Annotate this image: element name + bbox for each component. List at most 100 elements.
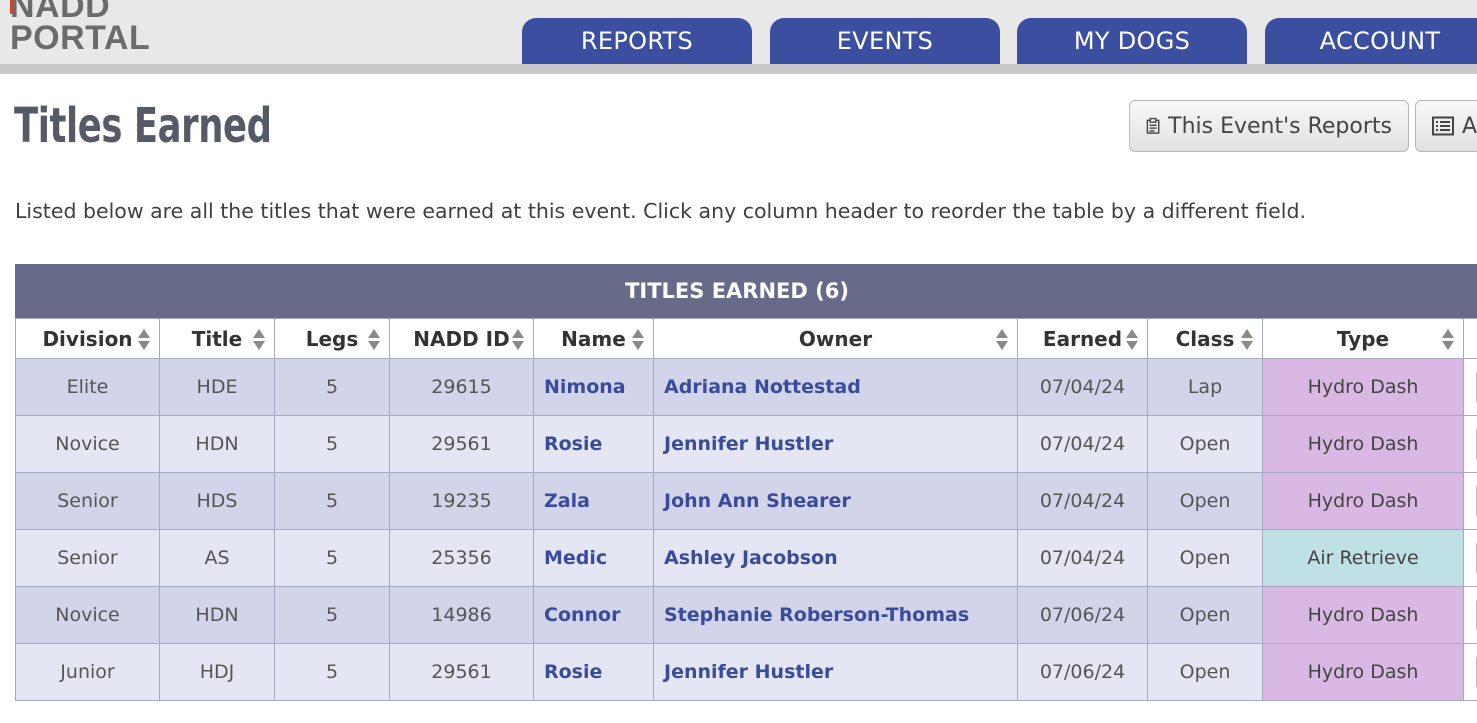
col-class[interactable]: Class [1147, 318, 1263, 359]
col-earned[interactable]: Earned [1017, 318, 1148, 359]
cell-division: Elite [15, 358, 160, 416]
col-division[interactable]: Division [15, 318, 160, 359]
col-label: NADD ID [413, 326, 510, 351]
cell-division: Senior [15, 529, 160, 587]
clipboard-icon [1146, 117, 1160, 134]
cell-class: Lap [1147, 358, 1263, 416]
col-label: Title [191, 326, 243, 351]
row-action-cell [1463, 472, 1477, 530]
col-label: Division [42, 326, 133, 351]
cell-title: HDN [159, 586, 275, 644]
col-legs[interactable]: Legs [274, 318, 390, 359]
owner-link[interactable]: John Ann Shearer [653, 472, 1018, 530]
dog-name-link[interactable]: Nimona [533, 358, 654, 416]
cell-earned: 07/04/24 [1017, 358, 1148, 416]
cell-earned: 07/04/24 [1017, 529, 1148, 587]
cell-nadd-id: 29561 [389, 415, 534, 473]
intro-text: Listed below are all the titles that wer… [15, 199, 1306, 223]
col-actions [1463, 318, 1477, 359]
sort-icon [138, 329, 150, 351]
row-action-cell [1463, 529, 1477, 587]
col-title[interactable]: Title [159, 318, 275, 359]
tab-account[interactable]: ACCOUNT [1265, 18, 1477, 64]
col-label: Legs [305, 326, 359, 351]
event-reports-button[interactable]: This Event's Reports [1129, 100, 1409, 152]
cell-title: HDS [159, 472, 275, 530]
page-title: Titles Earned [14, 98, 272, 154]
sort-icon [1126, 329, 1138, 351]
cell-type: Hydro Dash [1262, 586, 1464, 644]
col-label: Earned [1042, 326, 1123, 351]
cell-type: Hydro Dash [1262, 415, 1464, 473]
cell-title: AS [159, 529, 275, 587]
owner-link[interactable]: Ashley Jacobson [653, 529, 1018, 587]
owner-link[interactable]: Jennifer Hustler [653, 643, 1018, 701]
dog-name-link[interactable]: Zala [533, 472, 654, 530]
tab-events[interactable]: EVENTS [770, 18, 1000, 64]
tab-reports[interactable]: REPORTS [522, 18, 752, 64]
all-reports-button[interactable]: A [1415, 100, 1477, 152]
cell-earned: 07/06/24 [1017, 586, 1148, 644]
cell-nadd-id: 29561 [389, 643, 534, 701]
cell-class: Open [1147, 643, 1263, 701]
titles-table: TITLES EARNED (6) Division Title Legs NA… [15, 264, 1477, 701]
cell-title: HDJ [159, 643, 275, 701]
cell-type: Air Retrieve [1262, 529, 1464, 587]
sort-icon [253, 329, 265, 351]
dog-name-link[interactable]: Medic [533, 529, 654, 587]
portal-logo[interactable]: NADD PORTAL [10, 0, 151, 57]
col-name[interactable]: Name [533, 318, 654, 359]
cell-legs: 5 [274, 358, 390, 416]
header-row: Division Title Legs NADD ID Name Owner E… [15, 318, 1477, 359]
cell-nadd-id: 29615 [389, 358, 534, 416]
col-nadd-id[interactable]: NADD ID [389, 318, 534, 359]
cell-division: Novice [15, 586, 160, 644]
row-action-cell [1463, 415, 1477, 473]
dog-name-link[interactable]: Connor [533, 586, 654, 644]
list-icon [1432, 116, 1454, 136]
owner-link[interactable]: Jennifer Hustler [653, 415, 1018, 473]
titles-grid: Division Title Legs NADD ID Name Owner E… [15, 318, 1477, 701]
cell-type: Hydro Dash [1262, 472, 1464, 530]
cell-division: Junior [15, 643, 160, 701]
col-label: Owner [798, 326, 873, 351]
logo-mark [10, 0, 13, 14]
sort-icon [512, 329, 524, 351]
row-action-cell [1463, 358, 1477, 416]
cell-type: Hydro Dash [1262, 358, 1464, 416]
cell-earned: 07/04/24 [1017, 415, 1148, 473]
cell-nadd-id: 25356 [389, 529, 534, 587]
cell-legs: 5 [274, 643, 390, 701]
col-label: Name [561, 326, 626, 351]
cell-earned: 07/04/24 [1017, 472, 1148, 530]
owner-link[interactable]: Adriana Nottestad [653, 358, 1018, 416]
cell-division: Novice [15, 415, 160, 473]
cell-title: HDE [159, 358, 275, 416]
table-row: Senior HDS 5 19235 Zala John Ann Shearer… [15, 472, 1477, 530]
cell-class: Open [1147, 586, 1263, 644]
col-label: Type [1336, 326, 1390, 351]
header-divider [0, 64, 1477, 74]
cell-title: HDN [159, 415, 275, 473]
table-row: Senior AS 5 25356 Medic Ashley Jacobson … [15, 529, 1477, 587]
row-action-cell [1463, 586, 1477, 644]
row-action-cell [1463, 643, 1477, 701]
cell-legs: 5 [274, 415, 390, 473]
col-type[interactable]: Type [1262, 318, 1464, 359]
dog-name-link[interactable]: Rosie [533, 643, 654, 701]
cell-class: Open [1147, 529, 1263, 587]
table-row: Elite HDE 5 29615 Nimona Adriana Nottest… [15, 358, 1477, 416]
logo-line-2: PORTAL [10, 19, 151, 57]
dog-name-link[interactable]: Rosie [533, 415, 654, 473]
col-owner[interactable]: Owner [653, 318, 1018, 359]
all-reports-label: A [1462, 113, 1477, 139]
table-row: Novice HDN 5 14986 Connor Stephanie Robe… [15, 586, 1477, 644]
sort-icon [1442, 329, 1454, 351]
tab-my-dogs[interactable]: MY DOGS [1017, 18, 1247, 64]
cell-nadd-id: 14986 [389, 586, 534, 644]
sort-icon [1241, 329, 1253, 351]
cell-nadd-id: 19235 [389, 472, 534, 530]
sort-icon [996, 329, 1008, 351]
owner-link[interactable]: Stephanie Roberson-Thomas [653, 586, 1018, 644]
table-row: Novice HDN 5 29561 Rosie Jennifer Hustle… [15, 415, 1477, 473]
